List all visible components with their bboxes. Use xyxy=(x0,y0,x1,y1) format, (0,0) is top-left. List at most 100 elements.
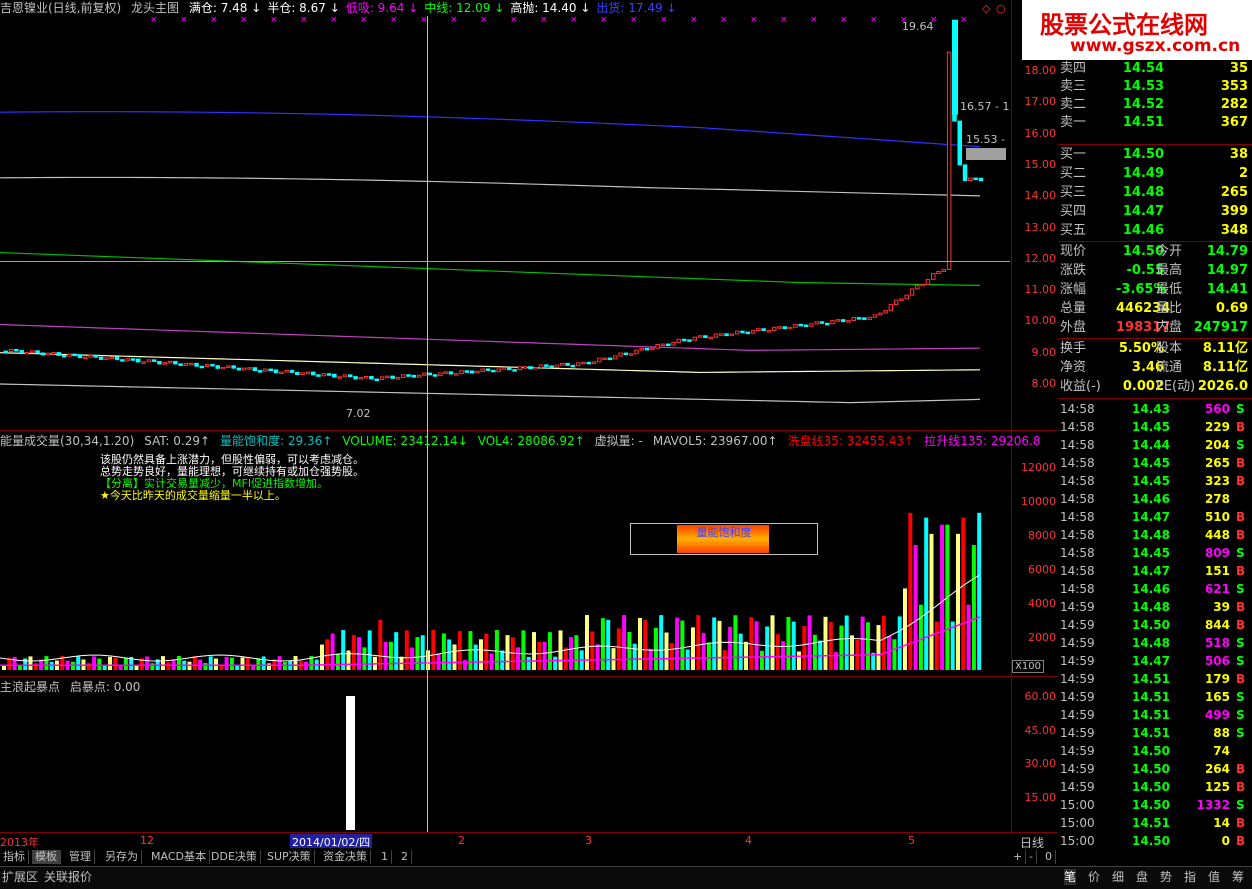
candle xyxy=(146,359,152,363)
quote-tab[interactable]: 值 xyxy=(1208,869,1220,885)
price-axis-label: 16.00 xyxy=(1024,126,1057,140)
volume-bar xyxy=(214,658,218,670)
tick-time: 14:58 xyxy=(1060,528,1095,542)
quote-tab[interactable]: 盘 xyxy=(1136,869,1148,885)
bottom-tab[interactable]: 资金决策 xyxy=(320,850,371,864)
tick-price: 14.48 xyxy=(1132,528,1170,542)
bottom-tab[interactable]: 管理 xyxy=(66,850,95,864)
bottom-tab[interactable]: 模板 xyxy=(32,850,61,864)
volume-bar xyxy=(145,656,150,670)
main-chart-area[interactable]: 吉恩镍业(日线,前复权) 龙头主图 满仓: 7.48 ↓ 半仓: 8.67 ↓ 低吸… xyxy=(0,0,1058,835)
buy-level-label: 买五 xyxy=(1060,223,1087,238)
current-price-marker xyxy=(966,148,1006,160)
candlestick-chart[interactable]: × × × × × × × × × × × × × × × × × × × × × × × × × × × × xyxy=(0,16,1010,430)
buy-level-row: 买三 14.48 265 xyxy=(1058,184,1252,202)
candle xyxy=(459,370,464,375)
quote-tab[interactable]: 笔 xyxy=(1064,869,1077,885)
bottom-tab[interactable]: SUP决策 xyxy=(264,850,315,864)
volume-indicator-value: 量能饱和度: 29.36↑ xyxy=(220,434,333,448)
tick-direction: B xyxy=(1236,420,1246,434)
extension-tab[interactable]: 扩展区 xyxy=(2,869,38,885)
candle xyxy=(825,322,830,326)
quote-tab[interactable]: 指 xyxy=(1184,869,1196,885)
volume-bar xyxy=(961,517,966,670)
extension-tab[interactable]: 关联报价 xyxy=(44,869,92,885)
candle xyxy=(538,364,544,368)
bottom-tab[interactable]: MACD基本 xyxy=(148,850,210,864)
bottom-tab[interactable]: 2 xyxy=(398,850,412,864)
tick-row: 14:59 14.51 165 S xyxy=(1058,688,1252,706)
buy-level-label: 买四 xyxy=(1060,204,1087,219)
candle xyxy=(411,374,417,378)
site-logo: 股票公式在线网 www.gszx.com.cn xyxy=(1022,0,1252,60)
candle xyxy=(575,362,581,367)
candle xyxy=(475,370,480,374)
volume-bar xyxy=(500,650,505,670)
green-mid-line xyxy=(0,251,981,287)
volume-bar xyxy=(770,615,775,670)
price-axis-label: 18.00 xyxy=(1024,64,1057,77)
tick-time: 14:58 xyxy=(1060,546,1095,560)
tick-price: 14.51 xyxy=(1132,726,1170,740)
candle xyxy=(348,374,353,378)
candle xyxy=(644,347,650,351)
bottom-tab[interactable]: DDE决策 xyxy=(208,850,261,864)
volume-bar xyxy=(256,658,261,670)
signal-marker: × xyxy=(810,16,818,25)
candle xyxy=(660,343,666,347)
circle-icon[interactable]: ○ xyxy=(996,2,1006,15)
volume-bar xyxy=(335,653,340,670)
candle xyxy=(909,288,915,296)
tick-volume: 448 xyxy=(1204,528,1230,542)
volume-bar xyxy=(685,649,690,670)
signal-marker: × xyxy=(960,16,968,25)
volume-bar xyxy=(526,656,531,670)
tick-volume: 844 xyxy=(1204,618,1230,632)
signal-marker: × xyxy=(720,16,728,25)
zoom-control-button[interactable]: - xyxy=(1026,850,1037,864)
candle xyxy=(342,374,348,378)
candle xyxy=(978,177,984,182)
volume-bar xyxy=(956,533,960,670)
quote-tab[interactable]: 势 xyxy=(1160,869,1172,885)
quote-tab[interactable]: 筹 xyxy=(1232,869,1244,885)
tick-direction: B xyxy=(1236,456,1246,470)
tick-time: 14:59 xyxy=(1060,690,1095,704)
volume-bar xyxy=(627,631,632,670)
quote-stat-row: 净资 3.46 流通 8.11亿 xyxy=(1058,359,1252,377)
bottom-tab[interactable]: 指标 xyxy=(0,850,29,864)
candle xyxy=(30,350,35,353)
bottom-tab[interactable]: 另存为 xyxy=(102,850,142,864)
tick-price: 14.48 xyxy=(1132,600,1170,614)
candle xyxy=(819,321,825,324)
signal-marker: × xyxy=(240,16,248,25)
candle xyxy=(851,317,856,322)
volume-bar xyxy=(123,657,128,670)
candle xyxy=(777,326,782,329)
zoom-control-button[interactable]: + xyxy=(1010,850,1027,864)
bottom-tab[interactable]: 1 xyxy=(378,850,392,864)
quote-tab[interactable]: 价 xyxy=(1088,869,1100,885)
volume-bar xyxy=(797,651,801,670)
tick-time: 14:59 xyxy=(1060,708,1095,722)
candle xyxy=(904,294,909,300)
signal-marker: × xyxy=(750,16,758,25)
candle xyxy=(607,357,613,361)
tick-row: 14:58 14.46 621 S xyxy=(1058,580,1252,598)
sell-level-volume: 282 xyxy=(1220,97,1248,112)
stat-label: 最高 xyxy=(1156,263,1183,278)
volume-bar xyxy=(802,625,807,670)
volume-chart[interactable] xyxy=(0,450,1010,676)
sell-level-volume: 35 xyxy=(1229,61,1248,76)
sell-level-price: 14.54 xyxy=(1122,61,1164,76)
zoom-control-button[interactable]: 0 xyxy=(1042,850,1056,864)
tick-row: 14:58 14.45 229 B xyxy=(1058,418,1252,436)
volume-bar xyxy=(850,635,854,670)
quote-tab[interactable]: 细 xyxy=(1112,869,1124,885)
volume-bar xyxy=(643,620,648,670)
diamond-icon[interactable]: ◇ xyxy=(982,2,990,15)
candle xyxy=(840,319,846,323)
stat-value: 8.11亿 xyxy=(1202,360,1248,375)
volume-bar xyxy=(431,630,436,670)
candle xyxy=(236,367,242,371)
